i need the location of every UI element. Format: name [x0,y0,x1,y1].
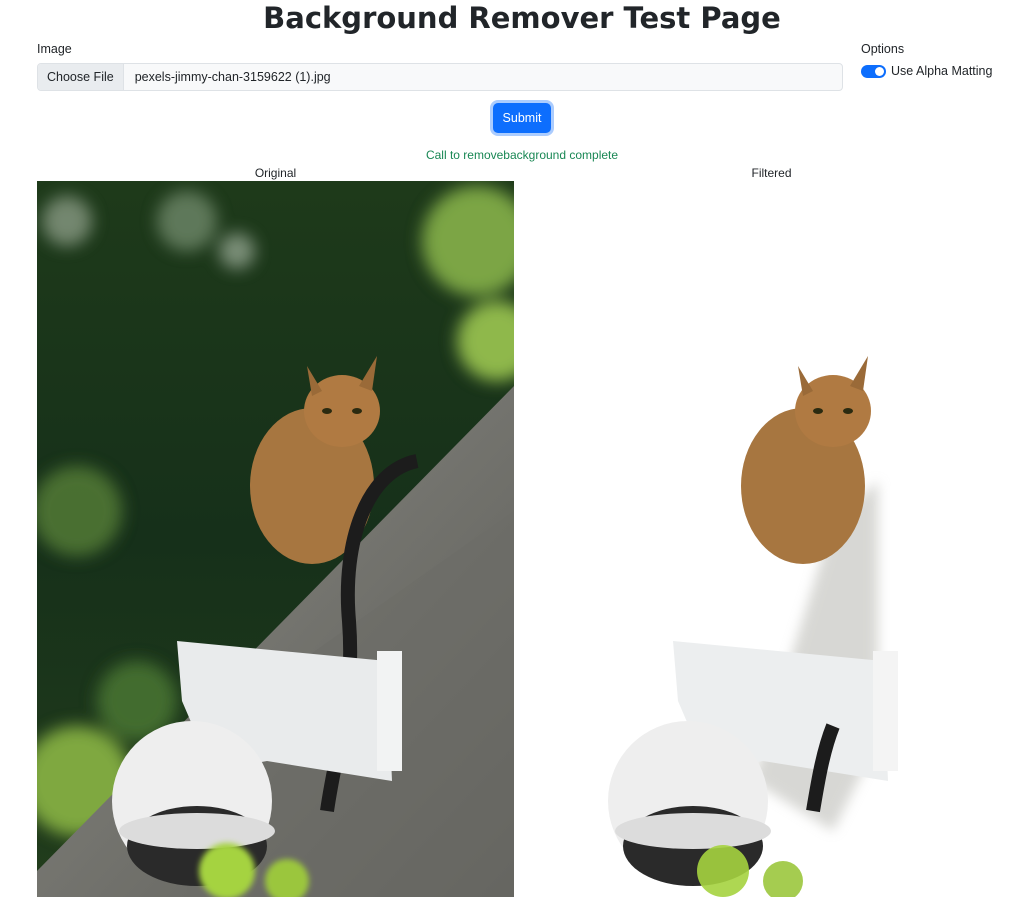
alpha-matting-label: Use Alpha Matting [891,64,993,78]
original-image [37,181,514,897]
filtered-caption: Filtered [751,166,792,180]
choose-file-button[interactable]: Choose File [38,64,124,90]
file-input[interactable]: Choose File pexels-jimmy-chan-3159622 (1… [37,63,843,91]
image-label: Image [37,42,72,56]
alpha-matting-toggle[interactable] [861,64,886,78]
submit-button[interactable]: Submit [493,103,551,133]
page-title: Background Remover Test Page [263,1,781,35]
original-caption: Original [254,166,297,180]
toggle-knob [875,66,884,76]
filtered-image [533,181,1010,897]
selected-file-name: pexels-jimmy-chan-3159622 (1).jpg [134,70,331,84]
status-message: Call to removebackground complete [425,148,619,162]
alpha-matting-option: Use Alpha Matting [861,64,992,78]
options-label: Options [861,42,905,56]
